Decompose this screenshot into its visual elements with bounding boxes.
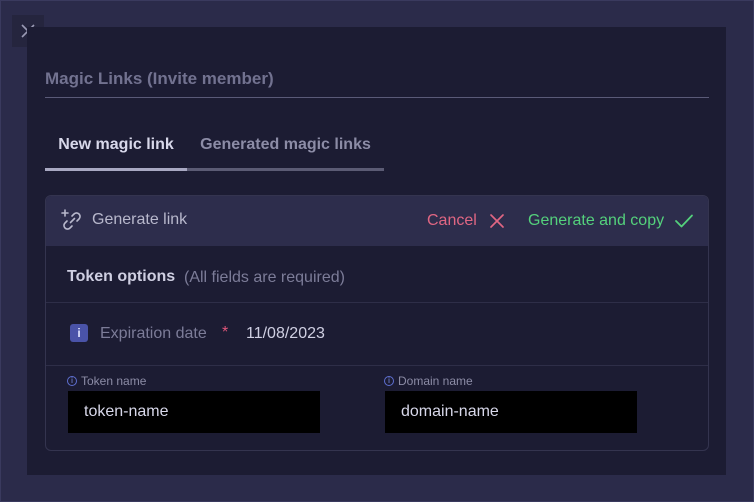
tab-active-indicator: [45, 168, 187, 171]
domain-name-label-text: Domain name: [398, 374, 473, 388]
generate-and-copy-button[interactable]: Generate and copy: [528, 210, 694, 232]
token-options-row: Token options (All fields are required): [46, 246, 708, 303]
tab-generated-magic-links[interactable]: Generated magic links: [187, 122, 384, 168]
expiration-row: i Expiration date * 11/08/2023: [46, 303, 708, 366]
x-icon: [489, 214, 504, 228]
cancel-label: Cancel: [427, 212, 477, 229]
token-options-subtitle: (All fields are required): [184, 269, 345, 286]
tab-new-magic-link[interactable]: New magic link: [45, 122, 187, 168]
tab-bar: New magic link Generated magic links: [45, 122, 384, 172]
token-name-label: i Token name: [67, 374, 146, 388]
token-name-label-text: Token name: [81, 374, 147, 388]
generate-link-panel: Generate link Cancel Generate and copy T…: [45, 195, 709, 451]
modal-overlay: Magic Links (Invite member) New magic li…: [0, 0, 754, 502]
required-marker: *: [222, 324, 229, 341]
info-icon[interactable]: i: [384, 376, 394, 386]
domain-name-input[interactable]: [385, 391, 637, 433]
info-icon[interactable]: i: [70, 324, 88, 342]
panel-header: Generate link Cancel Generate and copy: [46, 196, 708, 246]
modal-title: Magic Links (Invite member): [45, 69, 274, 88]
domain-name-label: i Domain name: [384, 374, 473, 388]
title-divider: [45, 97, 709, 98]
token-options-title: Token options: [67, 268, 176, 285]
link-add-icon: [61, 209, 81, 230]
expiration-date-value[interactable]: 11/08/2023: [246, 325, 325, 343]
generate-and-copy-label: Generate and copy: [528, 212, 665, 229]
token-name-input[interactable]: [68, 391, 320, 433]
info-icon[interactable]: i: [67, 376, 77, 386]
generate-link-label: Generate link: [92, 211, 188, 228]
check-icon: [675, 214, 693, 228]
cancel-button[interactable]: Cancel: [427, 210, 505, 232]
expiration-date-label: Expiration date: [100, 325, 207, 342]
magic-links-modal: Magic Links (Invite member) New magic li…: [27, 27, 726, 475]
